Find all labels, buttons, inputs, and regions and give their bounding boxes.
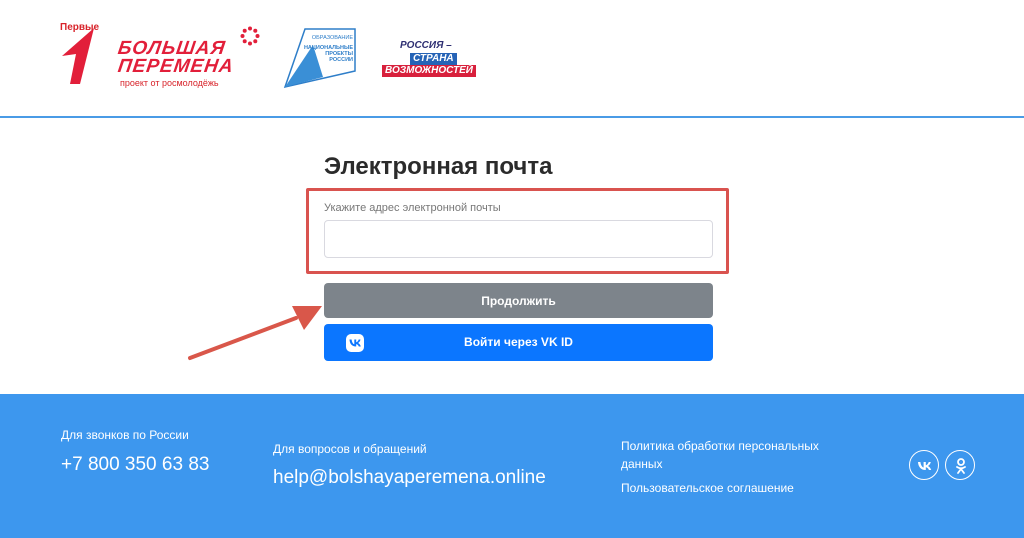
- calls-label: Для звонков по России: [61, 428, 189, 442]
- user-agreement-link[interactable]: Пользовательское соглашение: [621, 481, 794, 495]
- email-field-label: Укажите адрес электронной почты: [324, 202, 501, 214]
- email-input[interactable]: [324, 220, 713, 258]
- footer-vk-link[interactable]: [909, 450, 939, 480]
- privacy-policy-link[interactable]: Политика обработки персональных данных: [621, 437, 831, 473]
- national-projects-logo[interactable]: ОБРАЗОВАНИЕ НАЦИОНАЛЬНЫЕ ПРОЕКТЫ РОССИИ: [283, 27, 357, 89]
- rsv-logo-line3: ВОЗМОЖНОСТЕЙ: [382, 65, 476, 77]
- russia-opportunities-logo[interactable]: РОССИЯ – СТРАНА ВОЗМОЖНОСТЕЙ: [380, 40, 484, 80]
- vk-id-login-label: Войти через VK ID: [464, 335, 573, 349]
- vk-id-login-button[interactable]: Войти через VK ID: [324, 324, 713, 361]
- continue-button[interactable]: Продолжить: [324, 283, 713, 318]
- pervye-logo[interactable]: Первые: [58, 20, 102, 90]
- support-email-link[interactable]: help@bolshayaperemena.online: [273, 467, 546, 489]
- questions-label: Для вопросов и обращений: [273, 442, 427, 456]
- np-logo-line2: НАЦИОНАЛЬНЫЕ ПРОЕКТЫ РОССИИ: [303, 45, 353, 63]
- dots-ring-icon: [240, 26, 260, 46]
- np-logo-line1: ОБРАЗОВАНИЕ: [311, 35, 353, 41]
- odnoklassniki-icon: [956, 458, 966, 474]
- pervye-logo-text: Первые: [60, 22, 100, 33]
- rsv-logo-line1: РОССИЯ –: [400, 40, 452, 51]
- site-header: Первые БОЛЬШАЯ ПЕРЕМЕНА проект от росмол…: [0, 0, 1024, 118]
- bp-logo-subtitle: проект от росмолодёжь: [120, 78, 219, 88]
- annotation-arrow-icon: [188, 306, 322, 360]
- vk-icon: [918, 462, 932, 470]
- page-title: Электронная почта: [324, 153, 553, 180]
- footer-odnoklassniki-link[interactable]: [945, 450, 975, 480]
- rsv-logo-line2: СТРАНА: [410, 53, 457, 65]
- site-footer: Для звонков по России +7 800 350 63 83 Д…: [0, 394, 1024, 538]
- support-phone-link[interactable]: +7 800 350 63 83: [61, 452, 211, 478]
- bp-logo-line2: ПЕРЕМЕНА: [116, 56, 236, 77]
- bolshaya-peremena-logo[interactable]: БОЛЬШАЯ ПЕРЕМЕНА проект от росмолодёжь: [116, 26, 263, 92]
